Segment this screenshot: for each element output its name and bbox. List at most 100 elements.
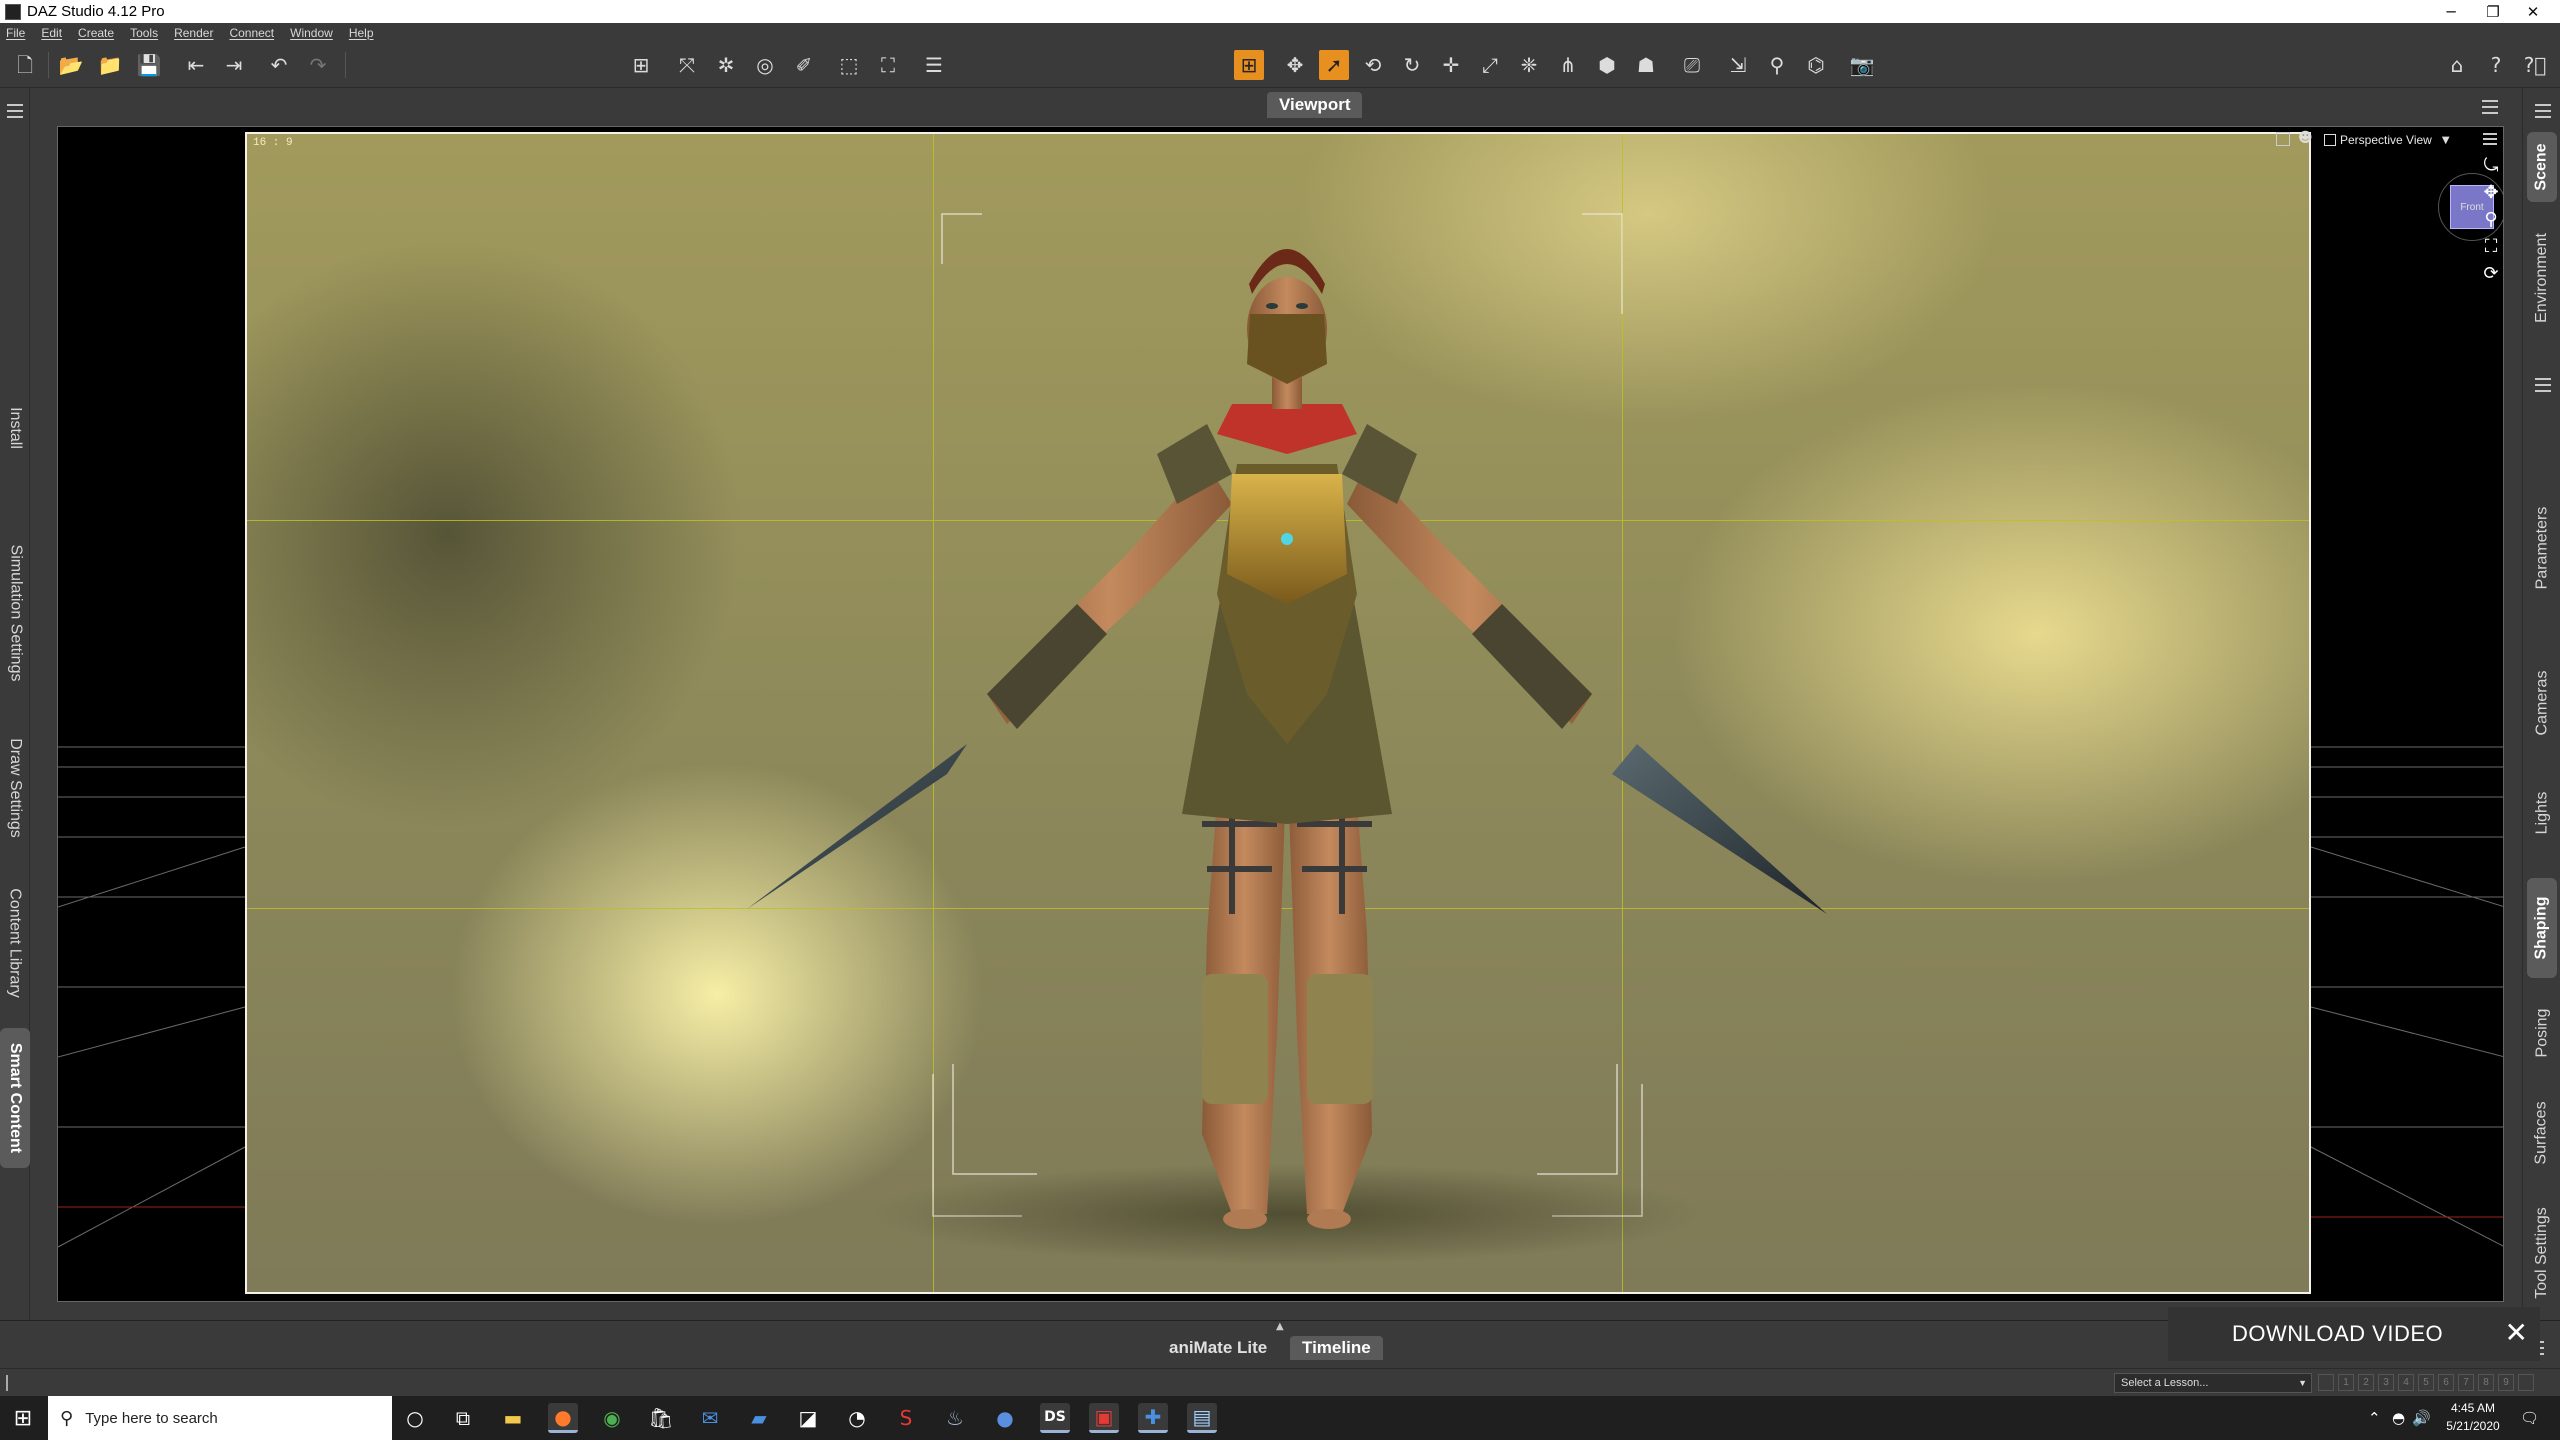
tab-cameras[interactable]: Cameras (2527, 648, 2557, 758)
merge-icon[interactable]: 📁 (95, 50, 125, 80)
tray-expand-icon[interactable]: ⌃ (2368, 1396, 2381, 1440)
redo-icon[interactable]: ↷ (303, 50, 333, 80)
task-view-icon[interactable]: ⧉ (448, 1403, 478, 1433)
paint-icon[interactable]: ▰ (744, 1403, 774, 1433)
panel-menu-icon[interactable] (2535, 104, 2551, 118)
lesson-step-7[interactable]: 7 (2458, 1374, 2474, 1391)
lesson-step-3[interactable]: 3 (2378, 1374, 2394, 1391)
tab-viewport[interactable]: Viewport (1267, 92, 1363, 118)
tab-animate-lite[interactable]: aniMate Lite (1157, 1336, 1279, 1360)
save-icon[interactable]: 💾 (134, 50, 164, 80)
notifications-icon[interactable]: 🗨 (2520, 1396, 2539, 1440)
joint-editor-icon[interactable]: ⤧ (672, 50, 702, 80)
node-selection-tool-icon[interactable]: ➚ (1319, 50, 1349, 80)
tab-parameters[interactable]: Parameters (2527, 468, 2557, 628)
daz-studio-icon[interactable]: DS (1040, 1403, 1070, 1433)
pose-tool-icon[interactable]: ⚲ (1762, 50, 1792, 80)
steam-icon[interactable]: ♨ (940, 1403, 970, 1433)
scale-tool-icon[interactable]: ⤢ (1475, 50, 1505, 80)
viewport-3d[interactable]: 16 : 9 ☻ Perspective View ▼ Front ⤿ ✥ ⚲ … (57, 126, 2504, 1302)
help-icon[interactable]: ?⃝ (2520, 50, 2550, 80)
lesson-step-4[interactable]: 4 (2398, 1374, 2414, 1391)
lesson-step-1[interactable]: 1 (2338, 1374, 2354, 1391)
translate-tool-icon[interactable]: ✛ (1436, 50, 1466, 80)
collapse-up-icon[interactable]: ▲ (1276, 1321, 1284, 1332)
lesson-step-next[interactable] (2518, 1374, 2534, 1391)
home-icon[interactable]: ⌂ (2442, 50, 2472, 80)
morph-tool-icon[interactable]: ⌬ (1801, 50, 1831, 80)
lesson-select[interactable]: Select a Lesson... ▼ (2114, 1373, 2312, 1393)
tab-scene[interactable]: Scene (2527, 132, 2557, 202)
import-icon[interactable]: ⇤ (181, 50, 211, 80)
menu-render[interactable]: Render (174, 26, 213, 40)
geometry-editor-tool-icon[interactable]: ⋔ (1553, 50, 1583, 80)
node-weight-tool-icon[interactable]: ☗ (1631, 50, 1661, 80)
node-weight-icon[interactable]: ✲ (711, 50, 741, 80)
tab-tool-settings[interactable]: Tool Settings (2527, 1188, 2557, 1318)
pan-icon[interactable]: ✥ (2481, 182, 2501, 203)
surface-selection-tool-icon[interactable]: ❈ (1514, 50, 1544, 80)
menu-file[interactable]: File (6, 26, 25, 40)
panel-menu-icon[interactable] (7, 104, 23, 118)
menu-create[interactable]: Create (78, 26, 114, 40)
viewport-menu-icon[interactable] (2483, 133, 2497, 145)
gb-icon[interactable]: ● (990, 1403, 1020, 1433)
tab-shaping[interactable]: Shaping (2527, 878, 2557, 978)
new-icon[interactable]: 🗋 (10, 50, 40, 80)
download-video-banner[interactable]: DOWNLOAD VIDEO ✕ (2168, 1307, 2540, 1361)
geometry-editor-icon[interactable]: ◎ (750, 50, 780, 80)
tab-smart-content[interactable]: Smart Content (0, 1028, 30, 1168)
export-icon[interactable]: ⇥ (219, 50, 249, 80)
view-selector[interactable]: Perspective View ▼ (2324, 130, 2464, 150)
snip-icon[interactable]: ▣ (1089, 1403, 1119, 1433)
lesson-step-9[interactable]: 9 (2498, 1374, 2514, 1391)
spot-render-icon[interactable]: ⬚ (834, 50, 864, 80)
tab-draw-settings[interactable]: Draw Settings (0, 718, 30, 858)
render-tool-icon[interactable]: 📷 (1847, 50, 1877, 80)
tool-icon[interactable]: ✚ (1138, 1403, 1168, 1433)
tab-install[interactable]: Install (0, 358, 30, 498)
lesson-step-prev[interactable] (2318, 1374, 2334, 1391)
scene-add-icon[interactable]: ⊞ (626, 50, 656, 80)
lesson-step-8[interactable]: 8 (2478, 1374, 2494, 1391)
zoom-icon[interactable]: ⚲ (2481, 209, 2501, 230)
menu-tools[interactable]: Tools (130, 26, 158, 40)
figure-tool-icon[interactable]: ⇲ (1723, 50, 1753, 80)
lesson-step-6[interactable]: 6 (2438, 1374, 2454, 1391)
volume-icon[interactable]: 🔊 (2412, 1396, 2431, 1440)
lesson-step-2[interactable]: 2 (2358, 1374, 2374, 1391)
network-icon[interactable]: ◓ (2392, 1396, 2405, 1440)
twist-tool-icon[interactable]: ↻ (1397, 50, 1427, 80)
notepad-icon[interactable]: ▤ (1187, 1403, 1217, 1433)
cortana-icon[interactable]: ○ (400, 1403, 430, 1433)
list-icon[interactable]: ☰ (919, 50, 949, 80)
region-navigator-icon[interactable]: ⛶ (873, 50, 903, 80)
store-icon[interactable]: 🛍 (646, 1403, 676, 1433)
close-icon[interactable]: ✕ (2505, 1319, 2528, 1347)
windows-start-icon[interactable]: ⊞ (8, 1404, 38, 1432)
camera-tool-icon[interactable]: ⎚ (1677, 50, 1707, 80)
tab-simulation-settings[interactable]: Simulation Settings (0, 508, 30, 718)
open-icon[interactable]: 📂 (56, 50, 86, 80)
taskbar-clock[interactable]: 4:45 AM 5/21/2020 (2432, 1399, 2514, 1435)
taskbar-search-box[interactable]: ⚲ Type here to search (48, 1396, 392, 1440)
menu-edit[interactable]: Edit (41, 26, 62, 40)
draw-style-icon[interactable] (2276, 132, 2290, 146)
universal-tool-icon[interactable]: ✥ (1280, 50, 1310, 80)
firefox-icon[interactable]: ● (548, 1403, 578, 1433)
tab-timeline[interactable]: Timeline (1290, 1336, 1383, 1360)
tab-environment[interactable]: Environment (2527, 218, 2557, 338)
tab-surfaces[interactable]: Surfaces (2527, 1078, 2557, 1188)
tab-lights[interactable]: Lights (2527, 768, 2557, 858)
mail-icon[interactable]: ✉ (695, 1403, 725, 1433)
surface-selection-icon[interactable]: ✐ (789, 50, 819, 80)
rotate-tool-icon[interactable]: ⟲ (1358, 50, 1388, 80)
whats-this-icon[interactable]: ? (2481, 50, 2511, 80)
reset-icon[interactable]: ⟳ (2481, 263, 2501, 284)
menu-window[interactable]: Window (290, 26, 333, 40)
chrome-icon[interactable]: ◉ (597, 1403, 627, 1433)
close-button[interactable]: ✕ (2506, 0, 2560, 23)
steam-tool-icon[interactable]: ◪ (793, 1403, 823, 1433)
render-frame[interactable]: 16 : 9 (245, 132, 2311, 1294)
viewport-pane-menu-icon[interactable] (2482, 100, 2498, 114)
